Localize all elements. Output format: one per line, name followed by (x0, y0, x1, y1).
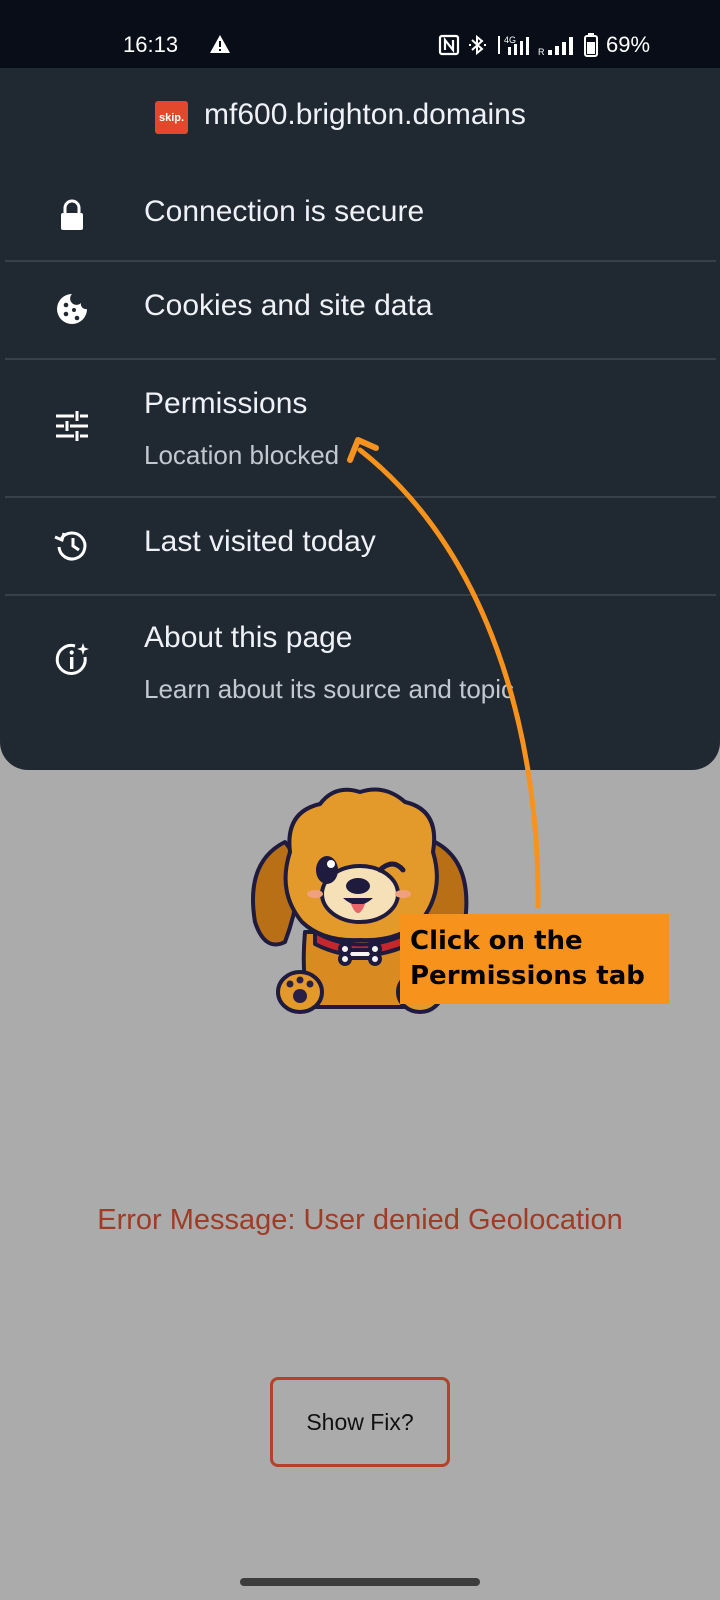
last-visited-row[interactable]: Last visited today (0, 498, 720, 594)
site-info-header: skip. mf600.brighton.domains (0, 68, 720, 166)
connection-security-label: Connection is secure (144, 195, 425, 228)
site-domain: mf600.brighton.domains (204, 98, 526, 131)
error-message: Error Message: User denied Geolocation (97, 1204, 623, 1236)
battery-percent: 69% (606, 32, 651, 57)
cookies-site-data-label: Cookies and site data (144, 289, 433, 322)
site-logo: skip. (155, 101, 188, 134)
cookie-icon (52, 289, 92, 329)
signal-roaming-icon: R (538, 37, 573, 57)
battery-icon (584, 33, 598, 57)
status-time: 16:13 (123, 32, 179, 57)
permissions-subtitle: Location blocked (144, 440, 340, 470)
warning-icon (210, 35, 230, 53)
about-page-subtitle: Learn about its source and topic (144, 674, 515, 704)
cookies-site-data-row[interactable]: Cookies and site data (0, 262, 720, 358)
mobile-data-icon: 4G (498, 35, 529, 55)
callout-line-2: Permissions tab (410, 961, 645, 991)
status-icons: 4G R 69% (438, 32, 650, 58)
last-visited-label: Last visited today (144, 525, 376, 558)
connection-security-row[interactable]: Connection is secure (0, 166, 720, 264)
permissions-row[interactable]: Permissions Location blocked (0, 360, 720, 496)
network-type-label: 4G (504, 35, 516, 45)
instruction-callout: Click on the Permissions tab (400, 914, 669, 1004)
site-info-sheet: skip. mf600.brighton.domains Connection … (0, 68, 720, 770)
lock-icon (52, 195, 92, 235)
gesture-navigation-handle[interactable] (240, 1578, 480, 1586)
info-sparkle-icon (52, 640, 92, 680)
bluetooth-icon (469, 34, 486, 56)
permissions-label: Permissions (144, 387, 308, 420)
roaming-label: R (538, 47, 545, 57)
tune-sliders-icon (52, 406, 92, 446)
nfc-icon (438, 34, 460, 56)
status-bar: 16:13 4G R 69% (0, 0, 720, 68)
about-page-label: About this page (144, 621, 353, 654)
about-page-row[interactable]: About this page Learn about its source a… (0, 596, 720, 732)
history-icon (52, 525, 92, 565)
callout-line-1: Click on the (410, 926, 583, 956)
show-fix-button[interactable]: Show Fix? (270, 1377, 450, 1467)
